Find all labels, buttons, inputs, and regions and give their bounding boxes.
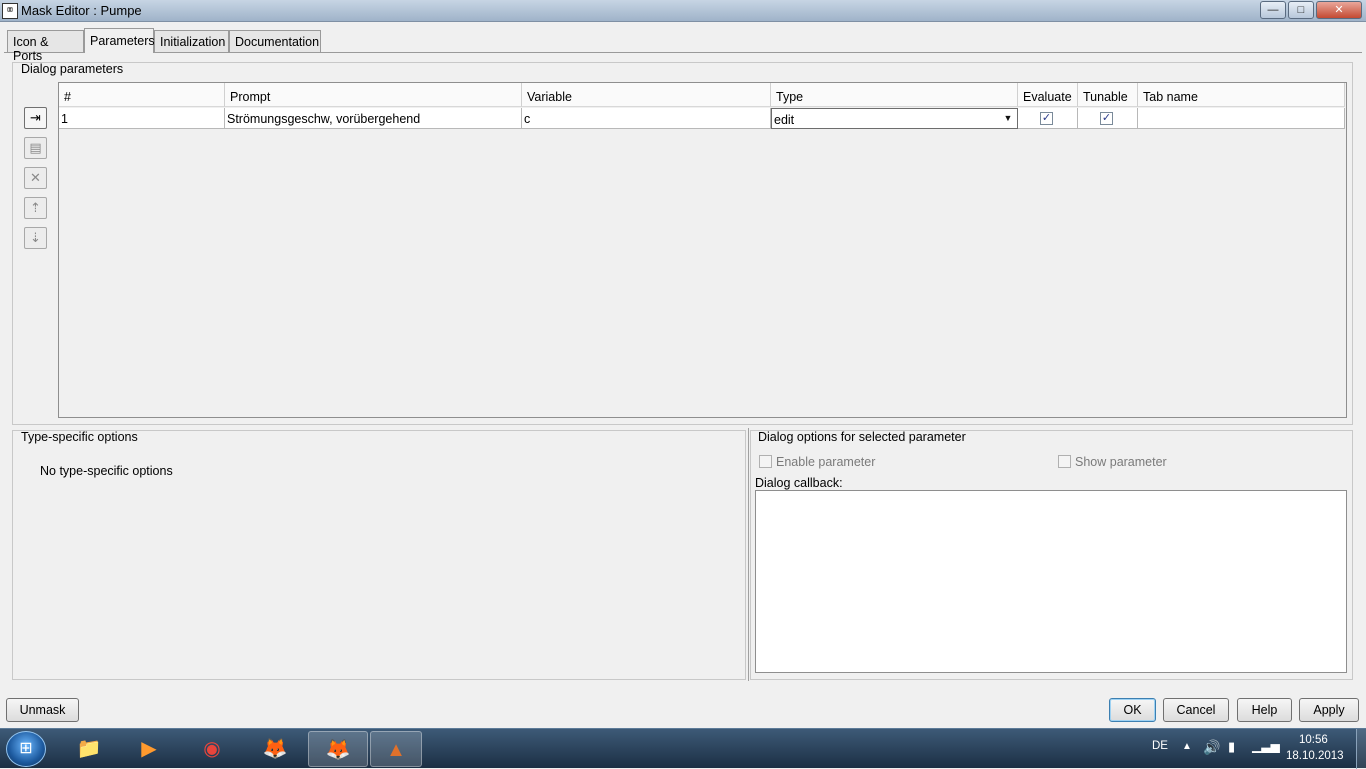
move-down-button[interactable]: ⇣	[24, 227, 47, 249]
panel-divider	[748, 428, 749, 681]
windows-explorer-icon: 📁	[76, 738, 102, 760]
power-icon[interactable]: ▮	[1228, 739, 1235, 755]
taskbar-chrome[interactable]: ◉	[184, 731, 240, 767]
language-indicator[interactable]: DE	[1152, 740, 1168, 752]
chevron-down-icon[interactable]: ▼	[1000, 111, 1016, 126]
network-signal-icon[interactable]: ▁▃▅	[1252, 739, 1280, 753]
column-header-index[interactable]: #	[59, 83, 225, 107]
show-hidden-icons-icon[interactable]: ▲	[1182, 741, 1192, 752]
parameters-table[interactable]: # Prompt Variable Type Evaluate Tunable …	[58, 82, 1347, 418]
table-row-variable[interactable]: c	[522, 108, 771, 129]
no-type-specific-options-text: No type-specific options	[40, 464, 173, 478]
column-header-evaluate[interactable]: Evaluate	[1018, 83, 1078, 107]
move-down-icon: ⇣	[30, 230, 41, 245]
clock-date[interactable]: 18.10.2013	[1286, 750, 1344, 762]
taskbar-matlab[interactable]: ▲	[370, 731, 422, 767]
column-header-type[interactable]: Type	[771, 83, 1018, 107]
matlab-icon: ▲	[386, 739, 406, 761]
add-parameter-icon: ⇥	[30, 110, 41, 125]
copy-parameter-icon: ▤	[29, 140, 42, 155]
show-parameter-checkbox[interactable]	[1058, 455, 1071, 468]
dialog-callback-label: Dialog callback:	[755, 476, 843, 490]
move-up-button[interactable]: ⇡	[24, 197, 47, 219]
clock-time[interactable]: 10:56	[1299, 734, 1328, 746]
copy-parameter-button[interactable]: ▤	[24, 137, 47, 159]
evaluate-checkbox[interactable]: ✓	[1040, 112, 1053, 125]
start-button[interactable]: ⊞	[6, 731, 46, 767]
show-desktop-button[interactable]	[1356, 729, 1366, 769]
chrome-icon: ◉	[203, 738, 221, 760]
simulink-app-icon: ⌧	[2, 3, 18, 19]
tunable-cell: ✓	[1078, 108, 1138, 129]
delete-parameter-button[interactable]: ✕	[24, 167, 47, 189]
taskbar-firefox[interactable]: 🦊	[247, 731, 303, 767]
dialog-callback-textarea[interactable]	[755, 490, 1347, 673]
dialog-parameters-title: Dialog parameters	[21, 62, 124, 76]
column-header-prompt[interactable]: Prompt	[225, 83, 522, 107]
unmask-button[interactable]: Unmask	[6, 698, 79, 722]
media-player-icon: ▶	[141, 738, 157, 760]
title-bar[interactable]: ⌧ Mask Editor : Pumpe — □ ✕	[0, 0, 1366, 22]
tab-initialization[interactable]: Initialization	[154, 30, 229, 52]
close-button[interactable]: ✕	[1316, 1, 1362, 19]
type-specific-options-title: Type-specific options	[21, 430, 138, 444]
taskbar-firefox-window[interactable]: 🦊	[308, 731, 368, 767]
firefox-window-icon: 🦊	[325, 739, 351, 761]
add-parameter-button[interactable]: ⇥	[24, 107, 47, 129]
help-button[interactable]: Help	[1237, 698, 1292, 722]
cancel-button[interactable]: Cancel	[1163, 698, 1229, 722]
enable-parameter-checkbox[interactable]	[759, 455, 772, 468]
tunable-checkbox[interactable]: ✓	[1100, 112, 1113, 125]
show-parameter-label: Show parameter	[1075, 455, 1167, 469]
window-title: Mask Editor : Pumpe	[21, 3, 142, 18]
evaluate-cell: ✓	[1018, 108, 1078, 129]
type-dropdown[interactable]: edit ▼	[771, 108, 1018, 129]
table-row-index[interactable]: 1	[59, 108, 225, 129]
firefox-icon: 🦊	[262, 738, 288, 760]
dialog-options-title: Dialog options for selected parameter	[758, 430, 966, 444]
taskbar: ⊞ 📁 ▶ ◉ 🦊 🦊 ▲ DE ▲ 🔊 ▮ ▁▃▅ 10:56 18.10.2…	[0, 728, 1366, 769]
column-header-tunable[interactable]: Tunable	[1078, 83, 1138, 107]
table-row-prompt[interactable]: Strömungsgeschw, vorübergehend	[225, 108, 522, 129]
apply-button[interactable]: Apply	[1299, 698, 1359, 722]
tab-parameters[interactable]: Parameters	[84, 28, 155, 53]
move-up-icon: ⇡	[30, 200, 41, 215]
ok-button[interactable]: OK	[1109, 698, 1156, 722]
volume-icon[interactable]: 🔊	[1203, 739, 1220, 756]
table-row-tab-name[interactable]	[1138, 108, 1345, 129]
minimize-button[interactable]: —	[1260, 1, 1286, 19]
column-header-variable[interactable]: Variable	[522, 83, 771, 107]
tab-strip-divider	[4, 52, 1362, 53]
type-dropdown-value: edit	[774, 113, 795, 127]
tab-documentation[interactable]: Documentation	[229, 30, 321, 52]
maximize-button[interactable]: □	[1288, 1, 1314, 19]
taskbar-explorer[interactable]: 📁	[61, 731, 117, 767]
tab-icon-ports[interactable]: Icon & Ports	[7, 30, 84, 63]
taskbar-media-player[interactable]: ▶	[121, 731, 177, 767]
enable-parameter-label: Enable parameter	[776, 455, 876, 469]
delete-parameter-icon: ✕	[30, 170, 41, 185]
column-header-tab-name[interactable]: Tab name	[1138, 83, 1345, 107]
